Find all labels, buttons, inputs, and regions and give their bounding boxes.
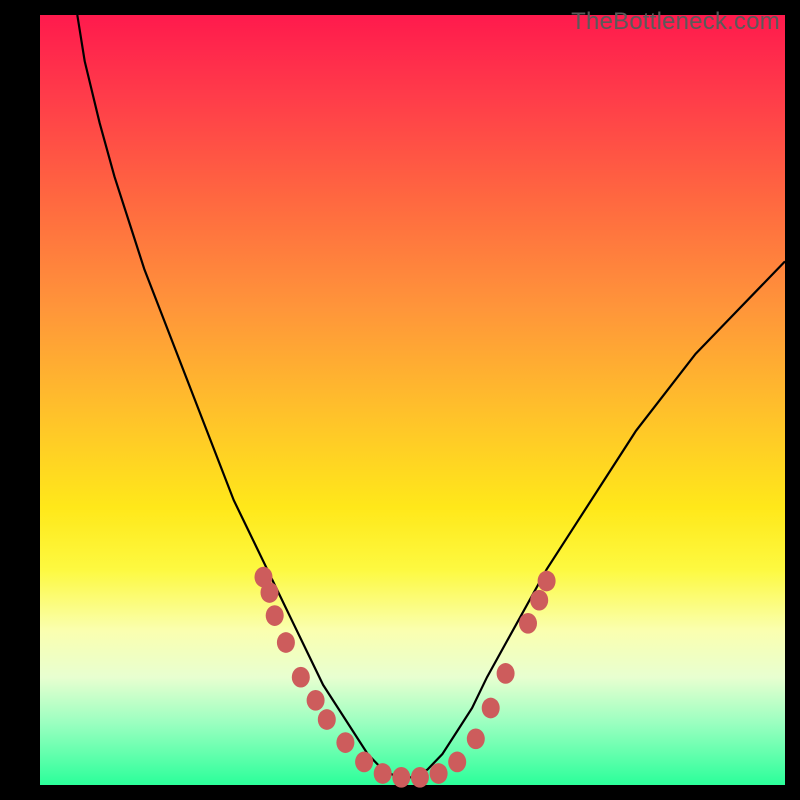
data-marker — [336, 732, 354, 753]
data-marker — [392, 767, 410, 788]
data-marker — [448, 752, 466, 773]
data-marker — [519, 613, 537, 634]
marker-group — [255, 567, 556, 788]
data-marker — [261, 582, 279, 603]
data-marker — [538, 571, 556, 592]
data-marker — [292, 667, 310, 688]
bottleneck-curve — [77, 15, 785, 777]
data-marker — [482, 698, 500, 719]
plot-area — [40, 15, 785, 785]
data-marker — [266, 605, 284, 626]
data-marker — [355, 752, 373, 773]
data-marker — [530, 590, 548, 611]
data-marker — [374, 763, 392, 784]
chart-svg — [40, 15, 785, 785]
chart-frame: TheBottleneck.com — [0, 0, 800, 800]
data-marker — [467, 728, 485, 749]
data-marker — [307, 690, 325, 711]
data-marker — [318, 709, 336, 730]
data-marker — [277, 632, 295, 653]
data-marker — [497, 663, 515, 684]
data-marker — [411, 767, 429, 788]
data-marker — [430, 763, 448, 784]
